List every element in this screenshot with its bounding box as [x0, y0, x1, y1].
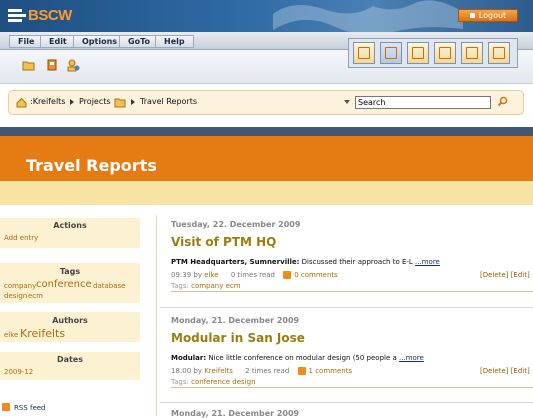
tag-company[interactable]: company — [4, 282, 36, 290]
bookmarks-icon — [412, 47, 424, 59]
world-map-graphic — [273, 0, 463, 32]
breadcrumb-arrow-icon — [131, 99, 135, 105]
entry-summary: Modular: Nice little conference on modul… — [171, 354, 424, 362]
menu-edit[interactable]: Edit — [40, 35, 76, 48]
home-icon — [385, 47, 397, 59]
rss-feed-link[interactable]: RSS feed — [14, 404, 46, 412]
tag-conference[interactable]: conference — [36, 279, 92, 290]
breadcrumb-kreifelts[interactable]: :Kreifelts — [30, 97, 65, 106]
open-folder-icon[interactable] — [22, 58, 36, 72]
app-header: BSCW Logout — [0, 0, 533, 32]
menu-help[interactable]: Help — [155, 35, 194, 48]
tag-design[interactable]: design — [4, 292, 27, 300]
sidebar-divider — [156, 215, 157, 416]
breadcrumb-projects[interactable]: Projects — [79, 97, 111, 106]
entry-tags: Tags: company ecm — [171, 282, 533, 292]
breadcrumb-travel-reports: Travel Reports — [140, 97, 198, 106]
entry-date: Monday, 21. December 2009 — [171, 316, 300, 325]
logout-label: Logout — [478, 11, 507, 20]
entry-separator — [160, 307, 533, 308]
add-user-icon[interactable] — [66, 58, 80, 72]
home-icon[interactable] — [16, 97, 27, 108]
entry-reads: 0 times read — [230, 271, 275, 279]
logo-text: BSCW — [28, 6, 72, 24]
entry-lead: Modular: — [171, 354, 207, 362]
clipboard-icon — [466, 47, 478, 59]
view-calendar-button[interactable] — [353, 42, 375, 64]
banner-substripe — [0, 181, 533, 205]
comments-link[interactable]: 1 comments — [309, 367, 353, 375]
date-2009-12[interactable]: 2009-12 — [4, 368, 33, 376]
actions-heading: Actions — [53, 221, 87, 230]
entry-lead: PTM Headquarters, Sumnerville: — [171, 258, 300, 266]
banner-top-stripe — [0, 127, 533, 136]
breadcrumb-arrow-icon — [70, 99, 74, 105]
search-go-icon[interactable] — [497, 96, 508, 107]
entry-tags: Tags: conference design — [171, 378, 533, 388]
entry-tag-links[interactable]: conference design — [191, 378, 255, 386]
author-elke[interactable]: elke — [4, 331, 18, 339]
add-entry-link[interactable]: Add entry — [4, 234, 38, 242]
entry-reads: 2 times read — [245, 367, 290, 375]
entry-meta: 09:39 by elke 0 times read 0 comments — [171, 271, 338, 279]
lock-icon — [469, 13, 475, 18]
tag-ecm[interactable]: ecm — [28, 292, 43, 300]
entry-text: Discussed their approach to E-L — [299, 258, 416, 266]
entry-separator — [160, 402, 533, 403]
logout-button[interactable]: Logout — [458, 9, 518, 22]
rss-icon — [2, 403, 10, 411]
entry-date: Tuesday, 22. December 2009 — [171, 220, 301, 229]
entry-text: Nice little conference on modular design… — [206, 354, 400, 362]
more-link[interactable]: ...more — [415, 258, 440, 266]
entry-time: 18:00 by — [171, 367, 202, 375]
view-trash-button[interactable] — [434, 42, 456, 64]
edit-link[interactable]: [Edit] — [511, 367, 530, 375]
entry-actions: [Delete] [Edit] — [480, 367, 530, 375]
logo-mark-icon — [6, 6, 28, 24]
view-addressbook-button[interactable] — [488, 42, 510, 64]
entry-author[interactable]: elke — [204, 271, 218, 279]
tags-heading: Tags — [59, 267, 81, 276]
entry-title-link[interactable]: Modular in San Jose — [171, 331, 305, 345]
comments-feed-icon[interactable] — [297, 367, 306, 375]
tags-label: Tags: — [171, 378, 189, 386]
bscw-logo[interactable]: BSCW — [6, 6, 72, 24]
search-input[interactable] — [355, 96, 491, 109]
tag-database[interactable]: database — [93, 282, 125, 290]
folder-icon — [114, 98, 126, 108]
view-home-button[interactable] — [380, 42, 402, 64]
calendar-icon — [358, 47, 370, 59]
menu-file[interactable]: File — [9, 35, 44, 48]
entry-author[interactable]: Kreifelts — [204, 367, 233, 375]
tags-label: Tags: — [171, 282, 189, 290]
entry-time: 09:39 by — [171, 271, 202, 279]
menu-goto[interactable]: GoTo — [119, 35, 159, 48]
entry-summary: PTM Headquarters, Sumnerville: Discussed… — [171, 258, 440, 266]
entry-date: Monday, 21. December 2009 — [171, 409, 300, 418]
entry-tag-links[interactable]: company ecm — [191, 282, 240, 290]
comments-feed-icon[interactable] — [283, 271, 292, 279]
delete-link[interactable]: [Delete] — [480, 367, 508, 375]
entry-meta: 18:00 by Kreifelts 2 times read 1 commen… — [171, 367, 352, 375]
delete-link[interactable]: [Delete] — [480, 271, 508, 279]
author-kreifelts[interactable]: Kreifelts — [20, 327, 65, 340]
comments-link[interactable]: 0 comments — [294, 271, 338, 279]
edit-link[interactable]: [Edit] — [511, 271, 530, 279]
entry-actions: [Delete] [Edit] — [480, 271, 530, 279]
authors-heading: Authors — [52, 316, 88, 325]
page-title: Travel Reports — [26, 156, 157, 175]
book-icon[interactable] — [45, 58, 59, 72]
view-bookmarks-button[interactable] — [407, 42, 429, 64]
more-link[interactable]: ...more — [399, 354, 424, 362]
search-scope-dropdown-icon[interactable] — [344, 100, 350, 104]
view-clipboard-button[interactable] — [461, 42, 483, 64]
entry-title-link[interactable]: Visit of PTM HQ — [171, 235, 276, 249]
addressbook-icon — [493, 47, 505, 59]
dates-heading: Dates — [56, 355, 84, 364]
trash-icon — [439, 47, 451, 59]
